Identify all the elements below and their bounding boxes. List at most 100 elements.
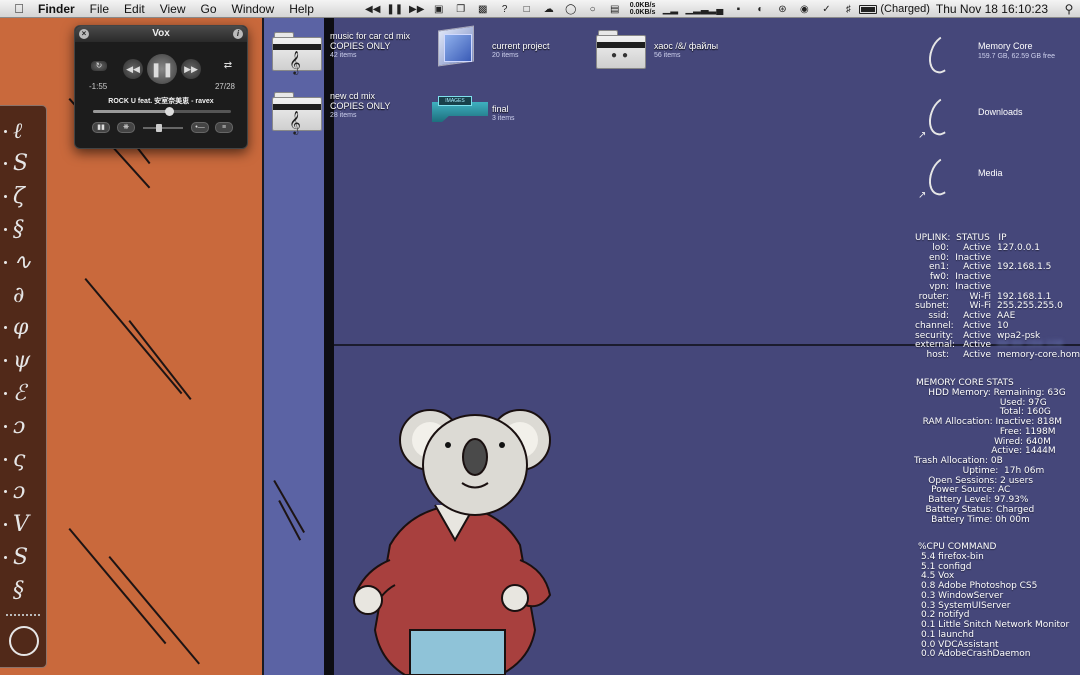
volume-slider[interactable] <box>143 124 183 132</box>
menu-help[interactable]: Help <box>289 2 323 16</box>
running-indicator <box>4 195 7 199</box>
menu-finder[interactable]: Finder <box>38 2 84 16</box>
speech-icon[interactable]: ○ <box>585 2 601 16</box>
app-glyph: ɔ <box>13 479 26 505</box>
status-menus: ◀◀ ❚❚ ▶▶ ▣ ❐ ▩ ? □ ☁ ◯ ○ ▤ 0.0KB/s 0.0KB… <box>362 0 1080 18</box>
dock-app-14-icon[interactable]: S <box>0 542 47 572</box>
vox-titlebar[interactable]: × Vox i <box>75 26 247 42</box>
previous-track-icon[interactable]: ◀◀ <box>365 2 381 16</box>
spotlight-search-icon[interactable]: ⚲ <box>1061 2 1077 16</box>
drive-memory-core[interactable]: Memory Core 159.7 GB, 62.59 GB free <box>918 30 1055 80</box>
repeat-icon[interactable]: ↻ <box>91 61 107 71</box>
dock-app-10-icon[interactable]: ɔ <box>0 411 47 441</box>
vox-window-title: Vox <box>152 28 170 39</box>
dock-app-8-icon[interactable]: ψ <box>0 346 47 376</box>
drive-name: Downloads <box>978 107 1023 117</box>
menu-window[interactable]: Window <box>232 2 284 16</box>
drive-downloads[interactable]: ↗ Downloads <box>918 92 1023 142</box>
desktop-folder-final[interactable]: IMAGES final 3 items <box>432 94 515 124</box>
fast-forward-button[interactable]: ▶▶ <box>181 59 201 79</box>
app-glyph: § <box>13 216 24 242</box>
monitor-icon[interactable]: □ <box>519 2 535 16</box>
folder-name: new cd mix <box>330 91 376 101</box>
menu-edit[interactable]: Edit <box>124 2 154 16</box>
dock-app-7-icon[interactable]: φ <box>0 313 47 343</box>
memory-icon[interactable]: ▤ <box>607 2 623 16</box>
running-indicator <box>4 457 7 461</box>
folder-item-count: 3 items <box>492 115 515 122</box>
bluetooth-icon[interactable]: ⊛ <box>774 2 790 16</box>
dock-app-9-icon[interactable]: ℰ <box>0 378 47 408</box>
windows-icon[interactable]: ❐ <box>453 2 469 16</box>
dock-app-15-icon[interactable]: § <box>0 575 47 605</box>
dock-app-13-icon[interactable]: V <box>0 510 47 540</box>
running-indicator <box>4 359 7 363</box>
dock-app-5-icon[interactable]: ∿ <box>0 247 47 277</box>
dock-app-11-icon[interactable]: ς <box>0 444 47 474</box>
drive-status-icon[interactable]: ◯ <box>563 2 579 16</box>
next-track-icon[interactable]: ▶▶ <box>409 2 425 16</box>
pause-button[interactable]: ❚❚ <box>147 54 177 84</box>
face-folder-icon: ● ● <box>596 29 646 69</box>
screen-icon[interactable]: ▣ <box>431 2 447 16</box>
menu-file[interactable]: File <box>90 2 118 16</box>
drive-media[interactable]: ↗ Media <box>918 152 1003 202</box>
playback-progress-slider[interactable] <box>93 107 231 116</box>
rewind-button[interactable]: ◀◀ <box>123 59 143 79</box>
pause-icon[interactable]: ❚❚ <box>386 2 403 16</box>
network-row: host: Active memory-core.home <box>915 350 1080 361</box>
equalizer-icon[interactable]: ▮▮ <box>92 122 110 133</box>
wifi-icon[interactable]: ◉ <box>796 2 812 16</box>
playback-progress-knob[interactable] <box>164 107 174 116</box>
dock-app-4-icon[interactable]: § <box>0 214 47 244</box>
help-icon[interactable]: ? <box>497 2 513 16</box>
cpu-graph-icon[interactable]: ▁▂▃▂▄ <box>684 2 724 16</box>
trash-glyph <box>8 626 39 656</box>
battery-icon[interactable] <box>859 4 878 14</box>
desktop-folder-music-for-car[interactable]: 𝄞 music for car cd mix COPIES ONLY 42 it… <box>272 31 410 74</box>
network-interface: host: <box>926 350 949 360</box>
volume-knob[interactable] <box>156 124 162 132</box>
running-indicator <box>4 424 7 428</box>
desktop-folder-current-project[interactable]: current project 20 items <box>434 25 550 67</box>
app-glyph: V <box>13 512 29 538</box>
disk-meter-icon[interactable]: ▁▂ <box>662 2 678 16</box>
cloud-icon[interactable]: ☁ <box>541 2 557 16</box>
vox-player-window: × Vox i ↻ ◀◀ ❚❚ ▶▶ ⇄ -1:55 27/28 ROCK U … <box>74 25 248 149</box>
network-address: 10 <box>997 320 1009 331</box>
dock-app-1-icon[interactable]: ℓ <box>0 116 47 146</box>
dock-app-16-icon[interactable] <box>0 626 47 656</box>
volume-icon[interactable]: ♯ <box>840 2 856 16</box>
menu-go[interactable]: Go <box>201 2 226 16</box>
dock-app-2-icon[interactable]: S <box>0 149 47 179</box>
app-glyph: § <box>13 577 24 603</box>
apple-menu-icon[interactable]:  <box>0 1 38 16</box>
app-glyph: ς <box>13 446 26 472</box>
close-icon[interactable]: × <box>79 29 89 39</box>
menu-view[interactable]: View <box>160 2 195 16</box>
downloads-alias-icon: ↗ <box>918 92 968 142</box>
dock-app-6-icon[interactable]: ∂ <box>0 280 47 310</box>
key-icon[interactable]: •— <box>191 122 209 133</box>
desktop-folder-chaos-files[interactable]: ● ● хаос /&/ файлы 56 items <box>596 29 718 69</box>
desktop-folder-new-cd-mix[interactable]: 𝄞 new cd mix COPIES ONLY 28 items <box>272 91 390 134</box>
dock-app-12-icon[interactable]: ɔ <box>0 477 47 507</box>
settings-icon[interactable]: ❋ <box>117 122 135 133</box>
media-alias-icon: ↗ <box>918 152 968 202</box>
app-glyph: S <box>13 544 29 570</box>
playlist-icon[interactable]: ≡ <box>215 122 233 133</box>
display-icon[interactable]: ▪ <box>730 2 746 16</box>
menu-clock[interactable]: Thu Nov 18 16:10:23 <box>936 2 1048 16</box>
info-icon[interactable]: i <box>233 29 243 39</box>
stats-line: Battery Time: 0h 00m <box>914 514 1030 525</box>
little-snitch-icon[interactable]: ✓ <box>818 2 834 16</box>
network-speed[interactable]: 0.0KB/s 0.0KB/s <box>630 2 656 16</box>
shuffle-icon[interactable]: ⇄ <box>221 61 235 71</box>
time-machine-icon[interactable]: ◐ <box>752 2 768 16</box>
terminal-icon[interactable]: ▩ <box>475 2 491 16</box>
drive-name: Media <box>978 168 1003 178</box>
net-down-rate: 0.0KB/s <box>629 9 656 16</box>
dock-app-3-icon[interactable]: ζ <box>0 182 47 212</box>
battery-status[interactable]: (Charged) <box>880 3 930 15</box>
running-indicator <box>4 490 7 494</box>
